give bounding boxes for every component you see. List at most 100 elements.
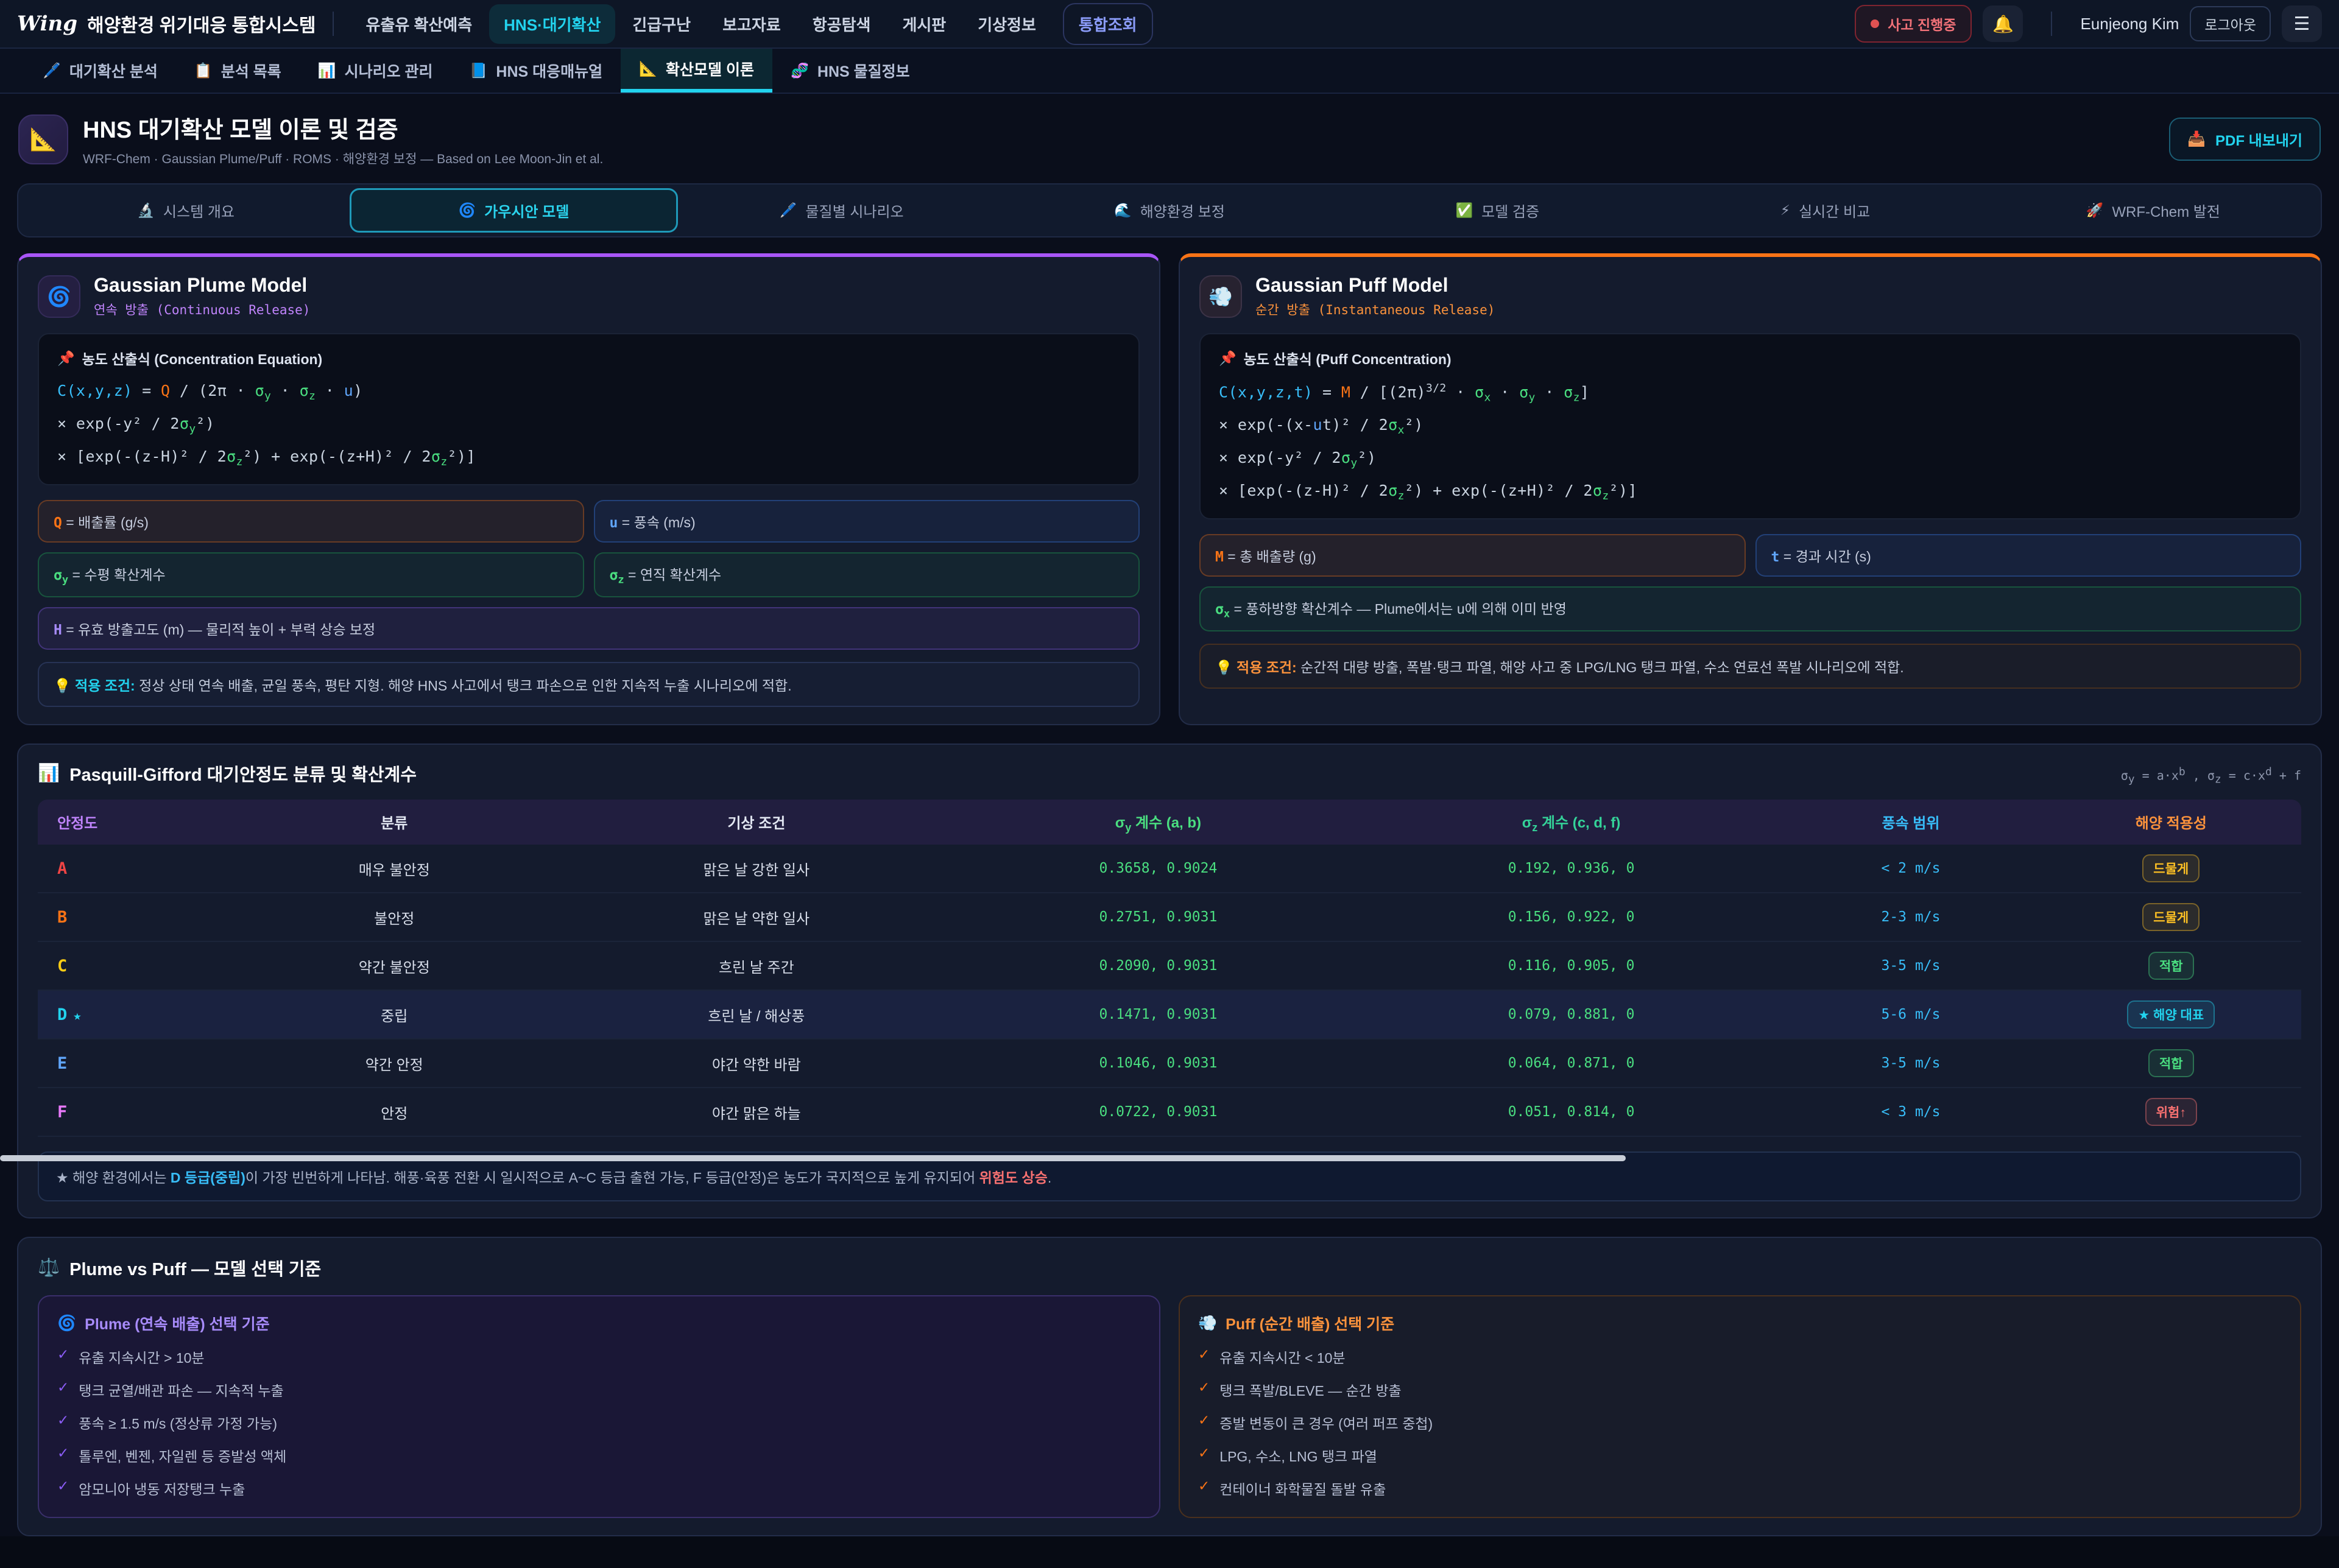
nav-item-2[interactable]: 긴급구난: [618, 4, 705, 44]
param-sigmay: σy = 수평 확산계수: [38, 552, 584, 597]
module-tab-0[interactable]: 🖊️대기확산 분석: [24, 49, 176, 93]
criteria-item: ✓유출 지속시간 > 10분: [57, 1346, 1141, 1367]
criteria-item: ✓증발 변동이 큰 경우 (여러 퍼프 중첩): [1198, 1412, 2282, 1433]
module-tab-label: 분석 목록: [221, 60, 281, 82]
incident-status-badge[interactable]: 사고 진행중: [1855, 5, 1972, 43]
puff-criteria-title: 💨 Puff (순간 배출) 선택 기준: [1198, 1312, 2282, 1334]
applicability-badge: 위험↑: [2145, 1098, 2197, 1126]
module-tabs: 🖊️대기확산 분석 📋 분석 목록 📊시나리오 관리📘HNS 대응매뉴얼📐확산모델 이…: [0, 49, 2339, 94]
scale-icon: ⚖️: [38, 1257, 60, 1278]
triangle-ruler-icon: 📐: [18, 114, 68, 164]
sigma-y-cell: 0.1471, 0.9031: [954, 1007, 1362, 1022]
page-header: 📐 HNS 대기확산 모델 이론 및 검증 WRF-Chem · Gaussia…: [0, 94, 2339, 180]
applicability-badge: 드물게: [2142, 903, 2200, 931]
model-selection-card: ⚖️ Plume vs Puff — 모델 선택 기준 🌀 Plume (연속 …: [17, 1237, 2322, 1536]
nav-item-1[interactable]: HNS·대기확산: [489, 4, 615, 44]
section-tab-1[interactable]: 🌀가우시안 모델: [350, 188, 677, 233]
star-icon: ★: [73, 1008, 81, 1024]
criteria-item: ✓컨테이너 화학물질 돌발 유출: [1198, 1478, 2282, 1499]
module-tab-3[interactable]: 📘HNS 대응매뉴얼: [451, 49, 621, 93]
equation-line: × [exp(-(z-H)² / 2σz²) + exp(-(z+H)² / 2…: [1219, 476, 2282, 508]
param-t: t = 경과 시간 (s): [1755, 534, 2302, 577]
stability-table-header: 📊 Pasquill-Gifford 대기안정도 분류 및 확산계수 σy = …: [38, 761, 2301, 786]
sigma-z-cell: 0.156, 0.922, 0: [1362, 909, 1780, 925]
sigma-z-cell: 0.064, 0.871, 0: [1362, 1055, 1780, 1071]
nav-item-4[interactable]: 항공탐색: [798, 4, 886, 44]
section-tab-label: 해양환경 보정: [1140, 200, 1225, 221]
module-tab-icon: 📘: [470, 62, 488, 80]
plume-equation: C(x,y,z) = Q / (2π · σy · σz · u)× exp(-…: [57, 376, 1120, 474]
stability-row-B: B불안정맑은 날 약한 일사0.2751, 0.90310.156, 0.922…: [38, 893, 2301, 942]
module-tab-icon: 📋: [194, 62, 213, 80]
nav-item-6[interactable]: 기상정보: [963, 4, 1051, 44]
class-cell: 약간 불안정: [230, 955, 559, 977]
column-header-1: 분류: [230, 811, 559, 832]
puff-card-header: 💨 Gaussian Puff Model 순간 방출 (Instantaneo…: [1199, 274, 2301, 318]
section-tab-5[interactable]: ⚡실시간 비교: [1661, 188, 1989, 233]
equation-line: C(x,y,z,t) = M / [(2π)3/2 · σx · σy · σz…: [1219, 376, 2282, 410]
check-icon: ✓: [1198, 1379, 1210, 1400]
page-header-text: HNS 대기확산 모델 이론 및 검증 WRF-Chem · Gaussian …: [83, 111, 603, 167]
topbar-divider: [333, 12, 334, 36]
section-tab-label: 시스템 개요: [163, 200, 235, 221]
applicability-cell: 적합: [2041, 952, 2301, 980]
scrollbar-thumb[interactable]: [0, 1155, 1626, 1161]
section-tab-icon: ⚡: [1780, 202, 1790, 219]
section-tab-0[interactable]: 🔬시스템 개요: [22, 188, 350, 233]
grade-cell: E: [38, 1054, 230, 1073]
stability-table-card: 📊 Pasquill-Gifford 대기안정도 분류 및 확산계수 σy = …: [17, 744, 2322, 1219]
nav-item-0[interactable]: 유출유 확산예측: [351, 4, 487, 44]
puff-equation: C(x,y,z,t) = M / [(2π)3/2 · σx · σy · σz…: [1219, 376, 2282, 508]
criteria-item: ✓톨루엔, 벤젠, 자일렌 등 증발성 액체: [57, 1445, 1141, 1466]
user-name: Eunjeong Kim: [2080, 15, 2179, 33]
section-tab-4[interactable]: ✅모델 검증: [1333, 188, 1661, 233]
equation-line: × exp(-y² / 2σy²): [1219, 443, 2282, 476]
check-icon: ✓: [1198, 1412, 1210, 1433]
section-tab-3[interactable]: 🌊해양환경 보정: [1006, 188, 1333, 233]
logout-button[interactable]: 로그아웃: [2190, 6, 2271, 41]
stability-row-E: E약간 안정야간 약한 바람0.1046, 0.90310.064, 0.871…: [38, 1039, 2301, 1088]
nav-item-5[interactable]: 게시판: [887, 4, 961, 44]
puff-card-subtitle: 순간 방출 (Instantaneous Release): [1255, 300, 1495, 318]
wind-range-cell: < 3 m/s: [1780, 1104, 2041, 1120]
section-tab-2[interactable]: 🖊️물질별 시나리오: [678, 188, 1006, 233]
plume-criteria-box: 🌀 Plume (연속 배출) 선택 기준 ✓유출 지속시간 > 10분✓탱크 …: [38, 1295, 1160, 1518]
module-tab-2[interactable]: 📊시나리오 관리: [300, 49, 451, 93]
sigma-y-cell: 0.0722, 0.9031: [954, 1104, 1362, 1120]
module-tab-5[interactable]: 🧬HNS 물질정보: [772, 49, 928, 93]
model-cards-row: 🌀 Gaussian Plume Model 연속 방출 (Continuous…: [17, 253, 2322, 725]
plume-card-header: 🌀 Gaussian Plume Model 연속 방출 (Continuous…: [38, 274, 1140, 318]
param-Q: Q = 배출률 (g/s): [38, 500, 584, 543]
notification-button[interactable]: 🔔: [1983, 5, 2023, 42]
nav-item-7[interactable]: 통합조회: [1063, 3, 1153, 45]
pdf-export-button[interactable]: 📥 PDF 내보내기: [2169, 118, 2321, 161]
wind-range-cell: 5-6 m/s: [1780, 1007, 2041, 1022]
hamburger-icon: ☰: [2294, 13, 2310, 35]
condition-text: 정상 상태 연속 배출, 균일 풍속, 평탄 지형. 해양 HNS 사고에서 탱…: [135, 678, 792, 694]
section-tab-6[interactable]: 🚀WRF-Chem 발전: [1989, 188, 2317, 233]
grade-cell: D★: [38, 1005, 230, 1024]
app-logo[interactable]: Wing 해양환경 위기대응 통합시스템: [17, 10, 316, 37]
module-tab-1[interactable]: 📋 분석 목록: [176, 49, 300, 93]
plume-params: Q = 배출률 (g/s)u = 풍속 (m/s)σy = 수평 확산계수σz …: [38, 500, 1140, 650]
nav-item-3[interactable]: 보고자료: [708, 4, 796, 44]
module-tab-4[interactable]: 📐확산모델 이론: [621, 49, 772, 93]
horizontal-scrollbar: [0, 1155, 2339, 1161]
column-header-0: 안정도: [38, 811, 230, 832]
section-tab-label: 모델 검증: [1481, 200, 1539, 221]
menu-button[interactable]: ☰: [2282, 5, 2322, 42]
puff-equation-box: 📌 농도 산출식 (Puff Concentration) C(x,y,z,t)…: [1199, 333, 2301, 519]
condition-label: 적용 조건:: [75, 678, 135, 694]
class-cell: 중립: [230, 1004, 559, 1025]
stability-table: 안정도분류기상 조건σy 계수 (a, b)σz 계수 (c, d, f)풍속 …: [38, 800, 2301, 1137]
wind-range-cell: 2-3 m/s: [1780, 909, 2041, 925]
applicability-badge: ★ 해양 대표: [2127, 1000, 2215, 1028]
column-header-2: 기상 조건: [559, 811, 954, 832]
puff-criteria-box: 💨 Puff (순간 배출) 선택 기준 ✓유출 지속시간 < 10분✓탱크 폭…: [1179, 1295, 2301, 1518]
sigma-z-cell: 0.079, 0.881, 0: [1362, 1007, 1780, 1022]
stability-table-body: A매우 불안정맑은 날 강한 일사0.3658, 0.90240.192, 0.…: [38, 845, 2301, 1137]
module-tab-label: 시나리오 관리: [345, 60, 433, 82]
class-cell: 약간 안정: [230, 1053, 559, 1074]
module-tab-label: 대기확산 분석: [69, 60, 158, 82]
puff-condition: 💡 적용 조건: 순간적 대량 방출, 폭발·탱크 파열, 해양 사고 중 LP…: [1199, 644, 2301, 689]
